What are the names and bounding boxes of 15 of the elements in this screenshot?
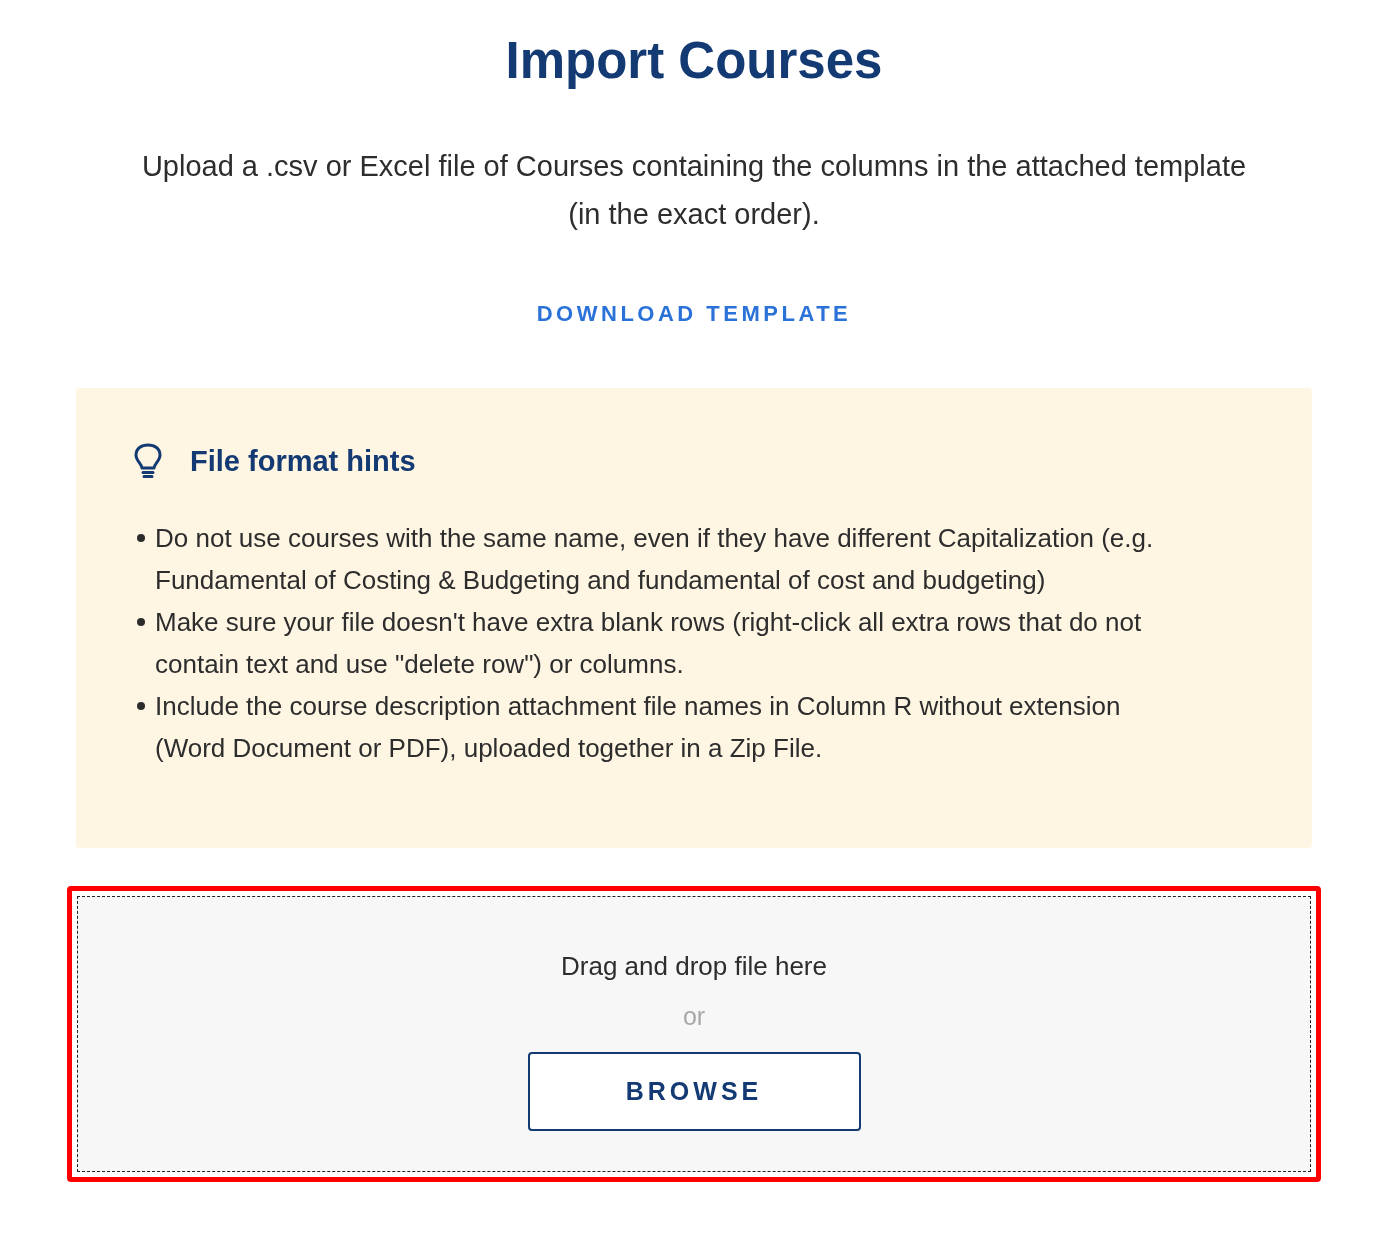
hint-text: Do not use courses with the same name, even if they have different Capitalization (e.g. Fundamental of Costing & Budgeting and fundamental of cost and budgeting) — [155, 522, 1155, 597]
hint-text: Include the course description attachment file names in Column R without extension (Word Document or PDF), uploaded together in a Zip File. — [155, 690, 1122, 765]
or-separator: or — [682, 1001, 706, 1032]
lightbulb-icon — [133, 443, 163, 479]
bullet-icon — [137, 534, 145, 542]
browse-button[interactable]: BROWSE — [527, 1052, 861, 1131]
drop-zone[interactable]: Drag and drop file here or BROWSE — [77, 896, 1311, 1172]
hint-text: Make sure your file doesn't have extra blank rows (right-click all extra rows that do not contain text and use "delete row") or columns. — [155, 606, 1143, 681]
download-template-link[interactable]: DOWNLOAD TEMPLATE — [536, 299, 852, 329]
bullet-icon — [137, 702, 145, 710]
drop-prompt: Drag and drop file here — [561, 950, 827, 983]
description-text: Upload a .csv or Excel file of Courses containing the columns in the attached template (in the exact order). — [140, 149, 1248, 232]
hints-title: File format hints — [190, 444, 416, 479]
page-title: Import Courses — [505, 31, 883, 91]
bullet-icon — [137, 618, 145, 626]
